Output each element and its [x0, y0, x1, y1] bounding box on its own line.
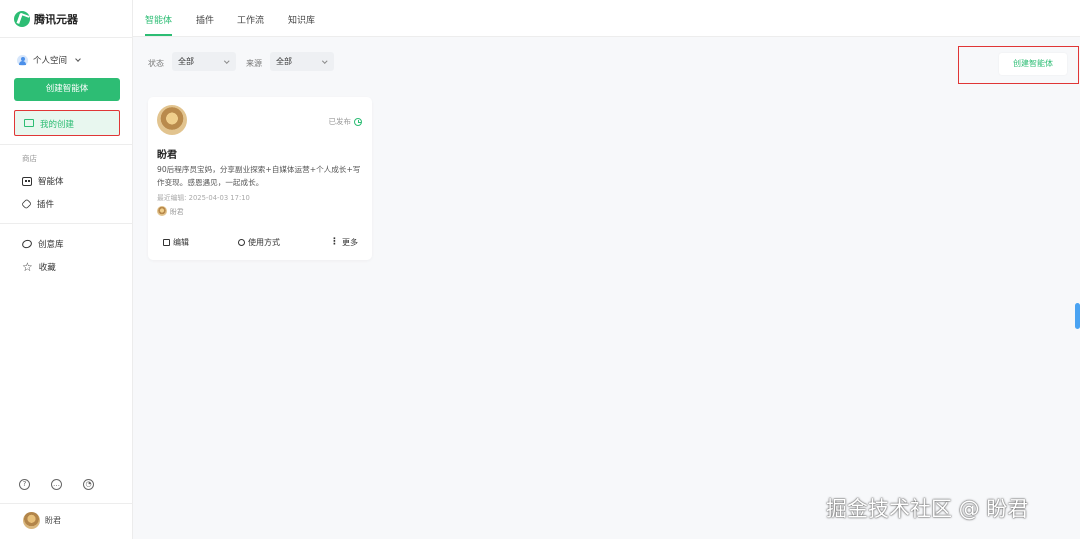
usage-button[interactable]: 使用方式 [238, 237, 280, 248]
author-avatar [157, 206, 167, 216]
help-icon[interactable]: ? [19, 479, 30, 490]
chevron-down-icon [223, 58, 229, 64]
divider [0, 37, 133, 38]
status-badge: 已发布 [328, 116, 362, 127]
logo-icon [14, 11, 30, 27]
user-name: 盼君 [45, 516, 61, 525]
agent-avatar [157, 105, 187, 135]
more-label: 更多 [342, 238, 358, 247]
robot-icon [22, 176, 32, 186]
status-filter-label: 状态 [148, 59, 164, 68]
source-filter-select[interactable]: 全部 [270, 52, 334, 71]
sidebar: 腾讯元器 个人空间 创建智能体 我的创建 商店 智能体 插件 创意库 ☆ 收藏 … [0, 0, 133, 539]
edit-button[interactable]: 编辑 [163, 237, 189, 248]
idea-icon [20, 238, 34, 250]
sidebar-item-label: 智能体 [38, 177, 64, 187]
divider [0, 144, 133, 145]
logo-text: 腾讯元器 [34, 13, 78, 26]
section-label-store: 商店 [22, 154, 37, 163]
edit-icon [163, 239, 170, 246]
divider [0, 223, 133, 224]
card-actions: 编辑 使用方式 ⋮ 更多 [148, 231, 372, 251]
tab-plugins[interactable]: 插件 [196, 13, 214, 26]
agent-title: 盼君 [157, 150, 177, 161]
sidebar-item-label: 创意库 [38, 240, 64, 250]
usage-label: 使用方式 [248, 238, 280, 247]
history-icon[interactable] [354, 117, 362, 126]
avatar [23, 512, 40, 529]
create-agent-top-button[interactable]: 创建智能体 [999, 53, 1067, 75]
active-tab-indicator [145, 34, 172, 36]
sidebar-item-label: 我的创建 [40, 120, 75, 130]
source-filter-label: 来源 [246, 59, 262, 68]
chevron-down-icon [75, 55, 81, 62]
user-icon [17, 54, 28, 66]
status-filter-value: 全部 [178, 57, 194, 66]
agent-card[interactable]: 已发布 盼君 90后程序员宝妈，分享副业探索+自媒体运营+个人成长+写作变现。感… [148, 97, 372, 260]
chevron-down-icon [321, 58, 327, 64]
user-profile[interactable]: 盼君 [23, 512, 61, 529]
source-filter-value: 全部 [276, 57, 292, 66]
monitor-icon [24, 119, 34, 127]
star-icon: ☆ [22, 260, 33, 274]
create-agent-highlight: 创建智能体 [958, 46, 1079, 84]
agent-description: 90后程序员宝妈，分享副业探索+自媒体运营+个人成长+写作变现。感恩遇见，一起成… [157, 165, 361, 187]
workspace-switcher[interactable]: 个人空间 [17, 54, 81, 66]
workspace-label: 个人空间 [33, 56, 68, 66]
watermark: 掘金技术社区 @ 盼君 [826, 497, 1029, 521]
divider [0, 503, 133, 504]
tab-agents[interactable]: 智能体 [145, 13, 172, 26]
wechat-icon[interactable]: ◔ [83, 479, 94, 490]
sidebar-item-agents[interactable]: 智能体 [22, 175, 64, 187]
plugin-icon [21, 198, 32, 210]
tab-workflow[interactable]: 工作流 [237, 13, 264, 26]
side-scroll-handle[interactable] [1075, 303, 1080, 329]
top-nav: 智能体 插件 工作流 知识库 [133, 0, 1080, 37]
edit-label: 编辑 [173, 238, 189, 247]
create-agent-button[interactable]: 创建智能体 [14, 78, 120, 101]
more-vertical-icon: ⋮ [330, 237, 339, 247]
sidebar-item-favorites[interactable]: ☆ 收藏 [22, 261, 56, 273]
feedback-icon[interactable]: … [51, 479, 62, 490]
more-button[interactable]: ⋮ 更多 [330, 237, 358, 248]
author-name: 盼君 [170, 208, 184, 216]
status-filter-select[interactable]: 全部 [172, 52, 236, 71]
status-text: 已发布 [328, 117, 352, 126]
tab-knowledge-base[interactable]: 知识库 [288, 13, 315, 26]
usage-icon [238, 239, 245, 246]
last-edited-time: 最近编辑: 2025-04-03 17:10 [157, 194, 250, 202]
sidebar-item-idea-library[interactable]: 创意库 [20, 238, 64, 250]
sidebar-item-label: 插件 [37, 200, 55, 210]
logo[interactable]: 腾讯元器 [14, 11, 78, 27]
agent-author: 盼君 [157, 206, 184, 216]
sidebar-item-label: 收藏 [38, 263, 56, 273]
sidebar-item-my-creation[interactable]: 我的创建 [14, 110, 120, 136]
sidebar-item-plugins[interactable]: 插件 [21, 198, 55, 210]
